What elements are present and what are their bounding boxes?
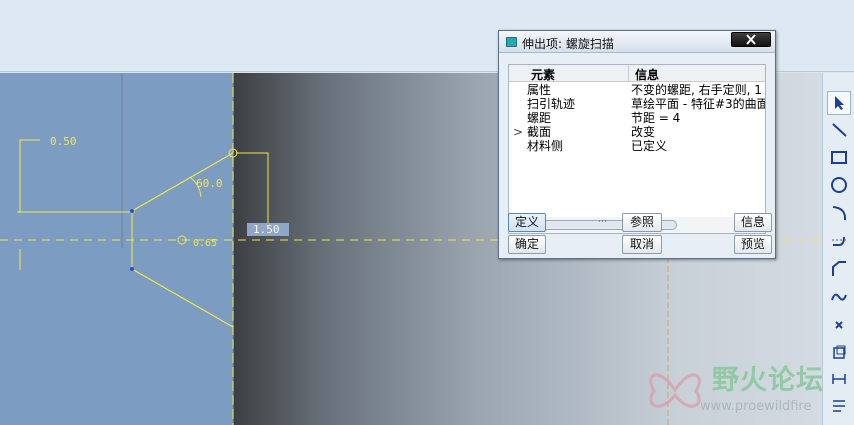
close-icon bbox=[746, 34, 756, 45]
column-header-element: 元素 bbox=[531, 68, 556, 82]
row-info: 草绘平面 - 特征#3的曲面 bbox=[631, 97, 765, 111]
vertex-point-upper bbox=[130, 209, 134, 213]
forum-watermark: 野火论坛 www.proewildfire bbox=[640, 355, 840, 425]
watermark-title: 野火论坛 bbox=[712, 365, 824, 396]
table-row[interactable]: 材料侧 已定义 bbox=[509, 139, 765, 153]
vertex-point-lower bbox=[130, 267, 134, 271]
butterfly-logo-icon bbox=[649, 373, 701, 408]
app-icon bbox=[506, 37, 517, 47]
row-info: 节距 = 4 bbox=[631, 111, 681, 125]
dialog-titlebar[interactable]: 伸出项: 螺旋扫描 bbox=[499, 31, 775, 53]
dimension-edit-box[interactable]: 1.50 bbox=[247, 223, 289, 236]
row-element: 材料侧 bbox=[527, 139, 564, 153]
circle-icon[interactable] bbox=[827, 173, 851, 197]
arc-icon[interactable] bbox=[827, 201, 851, 225]
table-row[interactable]: > 截面 改变 bbox=[509, 125, 765, 139]
dim-150-leader bbox=[236, 152, 269, 228]
ok-button[interactable]: 确定 bbox=[508, 235, 546, 254]
dim-text-065: 0.65 bbox=[193, 238, 217, 249]
row-info: 已定义 bbox=[631, 139, 668, 153]
element-table: 元素 信息 属性 不变的螺距, 右手定则, 1 扫引轨迹 草绘平面 - 特征#3… bbox=[508, 64, 766, 234]
chamfer-icon[interactable] bbox=[827, 257, 851, 281]
cancel-button[interactable]: 取消 bbox=[622, 235, 662, 254]
line-icon[interactable] bbox=[827, 118, 851, 142]
info-button[interactable]: 信息 bbox=[734, 213, 772, 232]
row-element: 属性 bbox=[527, 83, 552, 97]
dim-text-050: 0.50 bbox=[50, 135, 77, 148]
grip-icon: ⋯ bbox=[598, 217, 607, 227]
column-divider[interactable] bbox=[628, 65, 629, 81]
table-row[interactable]: 螺距 节距 = 4 bbox=[509, 111, 765, 125]
lower-profile-line bbox=[131, 268, 234, 328]
preview-button[interactable]: 预览 bbox=[734, 235, 772, 254]
row-element: 螺距 bbox=[527, 111, 552, 125]
dim-050-leader bbox=[19, 139, 40, 213]
table-row[interactable]: 扫引轨迹 草绘平面 - 特征#3的曲面 bbox=[509, 97, 765, 111]
define-button[interactable]: 定义 bbox=[508, 213, 546, 232]
select-arrow-icon[interactable] bbox=[827, 91, 851, 115]
column-header-info: 信息 bbox=[635, 68, 660, 82]
table-row[interactable]: 属性 不变的螺距, 右手定则, 1 bbox=[509, 83, 765, 97]
point-icon[interactable] bbox=[827, 313, 851, 337]
table-header: 元素 信息 bbox=[509, 65, 765, 82]
rectangle-icon[interactable] bbox=[827, 145, 851, 169]
row-info: 不变的螺距, 右手定则, 1 bbox=[631, 83, 762, 97]
row-info: 改变 bbox=[631, 125, 656, 139]
fillet-icon[interactable] bbox=[827, 228, 851, 252]
spline-icon[interactable] bbox=[827, 285, 851, 309]
row-marker: > bbox=[513, 125, 524, 139]
close-button[interactable] bbox=[731, 32, 771, 47]
dim-text-angle: 60.0 bbox=[196, 177, 223, 190]
reference-button[interactable]: 参照 bbox=[622, 213, 662, 232]
row-element: 扫引轨迹 bbox=[527, 97, 576, 111]
dialog-title: 伸出项: 螺旋扫描 bbox=[522, 37, 614, 51]
helical-sweep-dialog: 伸出项: 螺旋扫描 元素 信息 属性 不变的螺距, 右手定则, 1 扫引轨迹 草… bbox=[498, 30, 776, 259]
watermark-url: www.proewildfire bbox=[700, 399, 812, 414]
row-element: 截面 bbox=[527, 125, 552, 139]
